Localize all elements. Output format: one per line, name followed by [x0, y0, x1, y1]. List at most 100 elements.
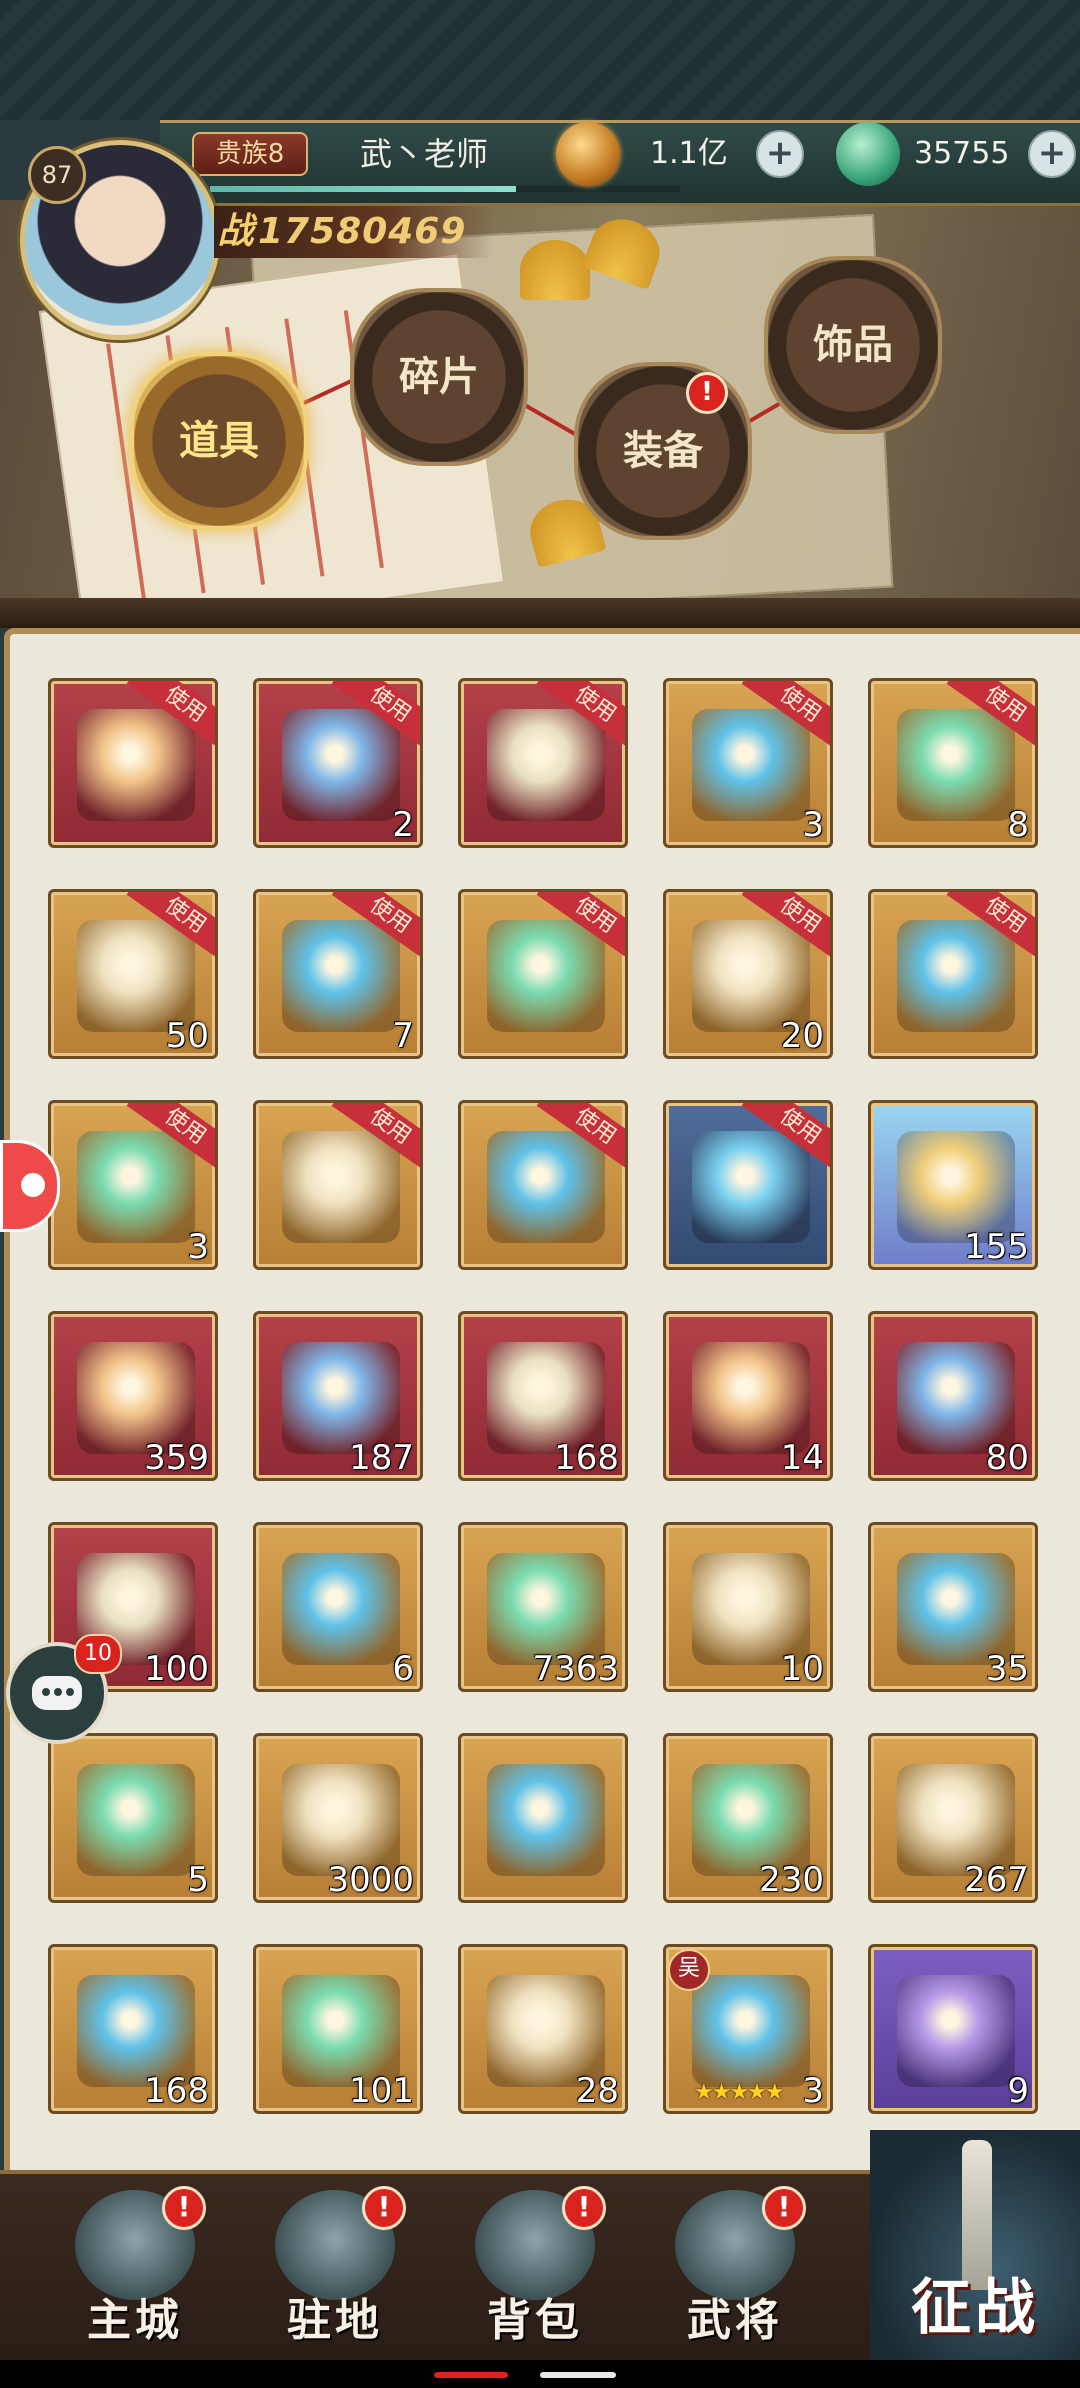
- inventory-item[interactable]: 168: [458, 1311, 628, 1481]
- inventory-item[interactable]: 使用 7: [253, 889, 423, 1059]
- power-value: 17580469: [258, 211, 467, 252]
- nav-generals[interactable]: ! 武将: [650, 2186, 820, 2356]
- inventory-item[interactable]: 80: [868, 1311, 1038, 1481]
- item-count: 20: [780, 1016, 824, 1056]
- inventory-item[interactable]: 使用 3: [663, 678, 833, 848]
- battle-button[interactable]: 征战: [870, 2130, 1080, 2360]
- item-icon: [897, 709, 1015, 821]
- inventory-item[interactable]: [458, 1733, 628, 1903]
- assist-icon: [21, 1173, 45, 1197]
- equipment-alert-badge: !: [686, 372, 728, 414]
- inventory-item[interactable]: 使用 2: [253, 678, 423, 848]
- inventory-item[interactable]: 使用: [868, 889, 1038, 1059]
- inventory-item[interactable]: 使用: [253, 1100, 423, 1270]
- inventory-item[interactable]: 9: [868, 1944, 1038, 2114]
- inventory-item[interactable]: 168: [48, 1944, 218, 2114]
- item-icon: [282, 709, 400, 821]
- inventory-item[interactable]: 使用 8: [868, 678, 1038, 848]
- inventory-item[interactable]: 使用 20: [663, 889, 833, 1059]
- item-count: 168: [554, 1438, 619, 1478]
- item-icon: [77, 709, 195, 821]
- nav-label: 武将: [687, 2295, 783, 2346]
- item-count: 6: [392, 1649, 414, 1689]
- tab-accessories[interactable]: 饰品: [764, 256, 942, 434]
- item-icon: [282, 1553, 400, 1665]
- item-count: 8: [1007, 805, 1029, 845]
- xp-bar-fill: [210, 186, 516, 192]
- coin-icon: [556, 122, 620, 186]
- inventory-item[interactable]: 使用: [663, 1100, 833, 1270]
- item-icon: [77, 1764, 195, 1876]
- nav-backpack[interactable]: ! 背包: [450, 2186, 620, 2356]
- inventory-item[interactable]: 101: [253, 1944, 423, 2114]
- item-count: 50: [165, 1016, 209, 1056]
- add-coin-button[interactable]: +: [756, 130, 804, 178]
- inventory-item[interactable]: 14: [663, 1311, 833, 1481]
- item-count: 187: [349, 1438, 414, 1478]
- inventory-item[interactable]: 使用: [458, 1100, 628, 1270]
- item-icon: [692, 1975, 810, 2087]
- nav-label: 主城: [87, 2295, 183, 2346]
- player-name: 武丶老师: [360, 135, 489, 173]
- item-icon: [487, 1131, 605, 1243]
- ginkgo-leaf-icon: [520, 240, 590, 300]
- item-icon: [77, 1131, 195, 1243]
- inventory-item[interactable]: 5: [48, 1733, 218, 1903]
- inventory-item[interactable]: 使用: [458, 678, 628, 848]
- item-count: 168: [144, 2071, 209, 2111]
- inventory-item[interactable]: 使用 50: [48, 889, 218, 1059]
- system-gesture-bar: [0, 2360, 1080, 2388]
- nav-main-city[interactable]: ! 主城: [50, 2186, 220, 2356]
- item-count: 9: [1007, 2071, 1029, 2111]
- item-count: 359: [144, 1438, 209, 1478]
- item-count: 7363: [532, 1649, 619, 1689]
- inventory-item[interactable]: 6: [253, 1522, 423, 1692]
- add-jade-button[interactable]: +: [1028, 130, 1076, 178]
- inventory-item[interactable]: 35: [868, 1522, 1038, 1692]
- item-icon: [282, 920, 400, 1032]
- item-count: 14: [780, 1438, 824, 1478]
- item-count: 35: [985, 1649, 1029, 1689]
- combat-power: 战17580469: [214, 206, 494, 258]
- inventory-item[interactable]: 230: [663, 1733, 833, 1903]
- tab-items[interactable]: 道具: [130, 352, 308, 530]
- item-count: 230: [759, 1860, 824, 1900]
- item-count: 3: [802, 2071, 824, 2111]
- nav-alert-badge: !: [762, 2186, 806, 2230]
- item-icon: [692, 1131, 810, 1243]
- nav-alert-badge: !: [162, 2186, 206, 2230]
- item-count: 3000: [327, 1860, 414, 1900]
- inventory-item[interactable]: 267: [868, 1733, 1038, 1903]
- item-count: 10: [780, 1649, 824, 1689]
- item-count: 100: [144, 1649, 209, 1689]
- tab-fragments[interactable]: 碎片: [350, 288, 528, 466]
- inventory-item[interactable]: 10: [663, 1522, 833, 1692]
- star-rating: ★★★★★: [694, 2080, 785, 2105]
- nav-garrison[interactable]: ! 驻地: [250, 2186, 420, 2356]
- inventory-item[interactable]: 使用: [48, 678, 218, 848]
- nav-alert-badge: !: [562, 2186, 606, 2230]
- inventory-item[interactable]: 28: [458, 1944, 628, 2114]
- inventory-item[interactable]: 使用: [458, 889, 628, 1059]
- noble-rank-badge[interactable]: 贵族8: [192, 132, 308, 176]
- item-count: 80: [985, 1438, 1029, 1478]
- inventory-item[interactable]: 187: [253, 1311, 423, 1481]
- player-level: 87: [28, 146, 86, 204]
- nav-label: 驻地: [287, 2295, 383, 2346]
- nav-alert-badge: !: [362, 2186, 406, 2230]
- inventory-item[interactable]: 3000: [253, 1733, 423, 1903]
- inventory-item[interactable]: 155: [868, 1100, 1038, 1270]
- gesture-handle[interactable]: [540, 2372, 616, 2378]
- jade-amount: 35755: [914, 136, 1010, 171]
- inventory-item[interactable]: 吴 ★★★★★ 3: [663, 1944, 833, 2114]
- coin-amount: 1.1亿: [650, 136, 728, 171]
- inventory-item[interactable]: 7363: [458, 1522, 628, 1692]
- item-count: 2: [392, 805, 414, 845]
- faction-badge: 吴: [668, 1949, 710, 1991]
- battle-label: 征战: [911, 2273, 1039, 2343]
- inventory-item[interactable]: 359: [48, 1311, 218, 1481]
- item-icon: [897, 920, 1015, 1032]
- item-count: 7: [392, 1016, 414, 1056]
- inventory-item[interactable]: 使用 3: [48, 1100, 218, 1270]
- top-pattern: [0, 0, 1080, 120]
